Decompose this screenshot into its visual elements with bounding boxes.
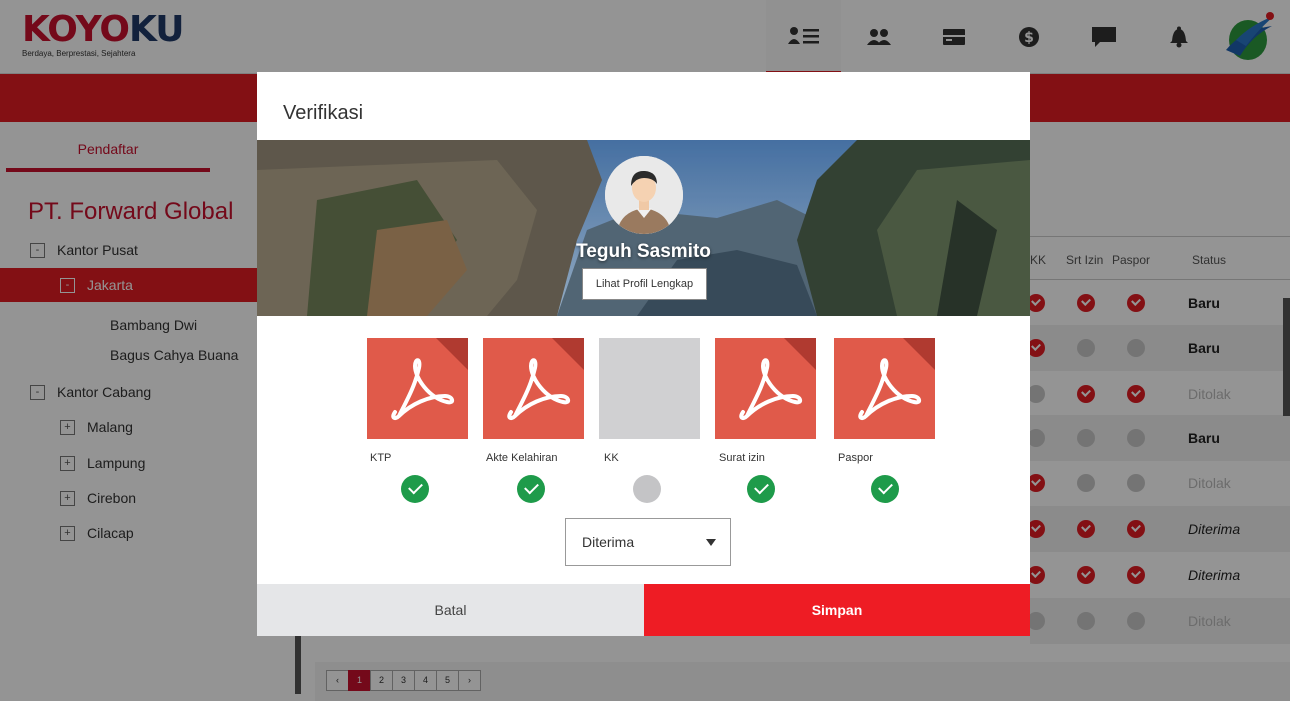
verify-check-icon[interactable] (747, 475, 775, 503)
pdf-document-tile[interactable] (834, 338, 935, 439)
view-full-profile-button[interactable]: Lihat Profil Lengkap (582, 268, 707, 300)
document-label: Akte Kelahiran (486, 452, 558, 464)
pdf-document-tile[interactable] (715, 338, 816, 439)
verification-modal: Verifikasi Teguh Sasmito Lihat Profil Le… (257, 72, 1030, 636)
pdf-document-tile[interactable] (483, 338, 584, 439)
modal-title: Verifikasi (283, 102, 364, 124)
unverified-circle-icon[interactable] (633, 475, 661, 503)
select-value: Diterima (582, 534, 635, 550)
document-paspor[interactable] (834, 338, 935, 439)
person-avatar-icon (605, 156, 683, 234)
user-avatar (605, 156, 683, 234)
document-kk[interactable] (599, 338, 700, 439)
verify-check-icon[interactable] (871, 475, 899, 503)
verify-check-icon[interactable] (517, 475, 545, 503)
document-surat-izin[interactable] (715, 338, 816, 439)
pdf-document-tile[interactable] (367, 338, 468, 439)
document-akte-kelahiran[interactable] (483, 338, 584, 439)
user-name: Teguh Sasmito (576, 241, 711, 262)
verification-status-select[interactable]: Diterima (565, 518, 731, 566)
document-label: KK (604, 452, 619, 464)
document-ktp[interactable] (367, 338, 468, 439)
save-button[interactable]: Simpan (644, 584, 1030, 636)
document-label: KTP (370, 452, 392, 464)
empty-document-tile[interactable] (599, 338, 700, 439)
cancel-button[interactable]: Batal (257, 584, 644, 636)
document-label: Surat izin (719, 452, 765, 464)
document-label: Paspor (838, 452, 873, 464)
profile-cover: Teguh Sasmito Lihat Profil Lengkap (257, 140, 1030, 316)
verify-check-icon[interactable] (401, 475, 429, 503)
caret-down-icon (706, 539, 716, 546)
